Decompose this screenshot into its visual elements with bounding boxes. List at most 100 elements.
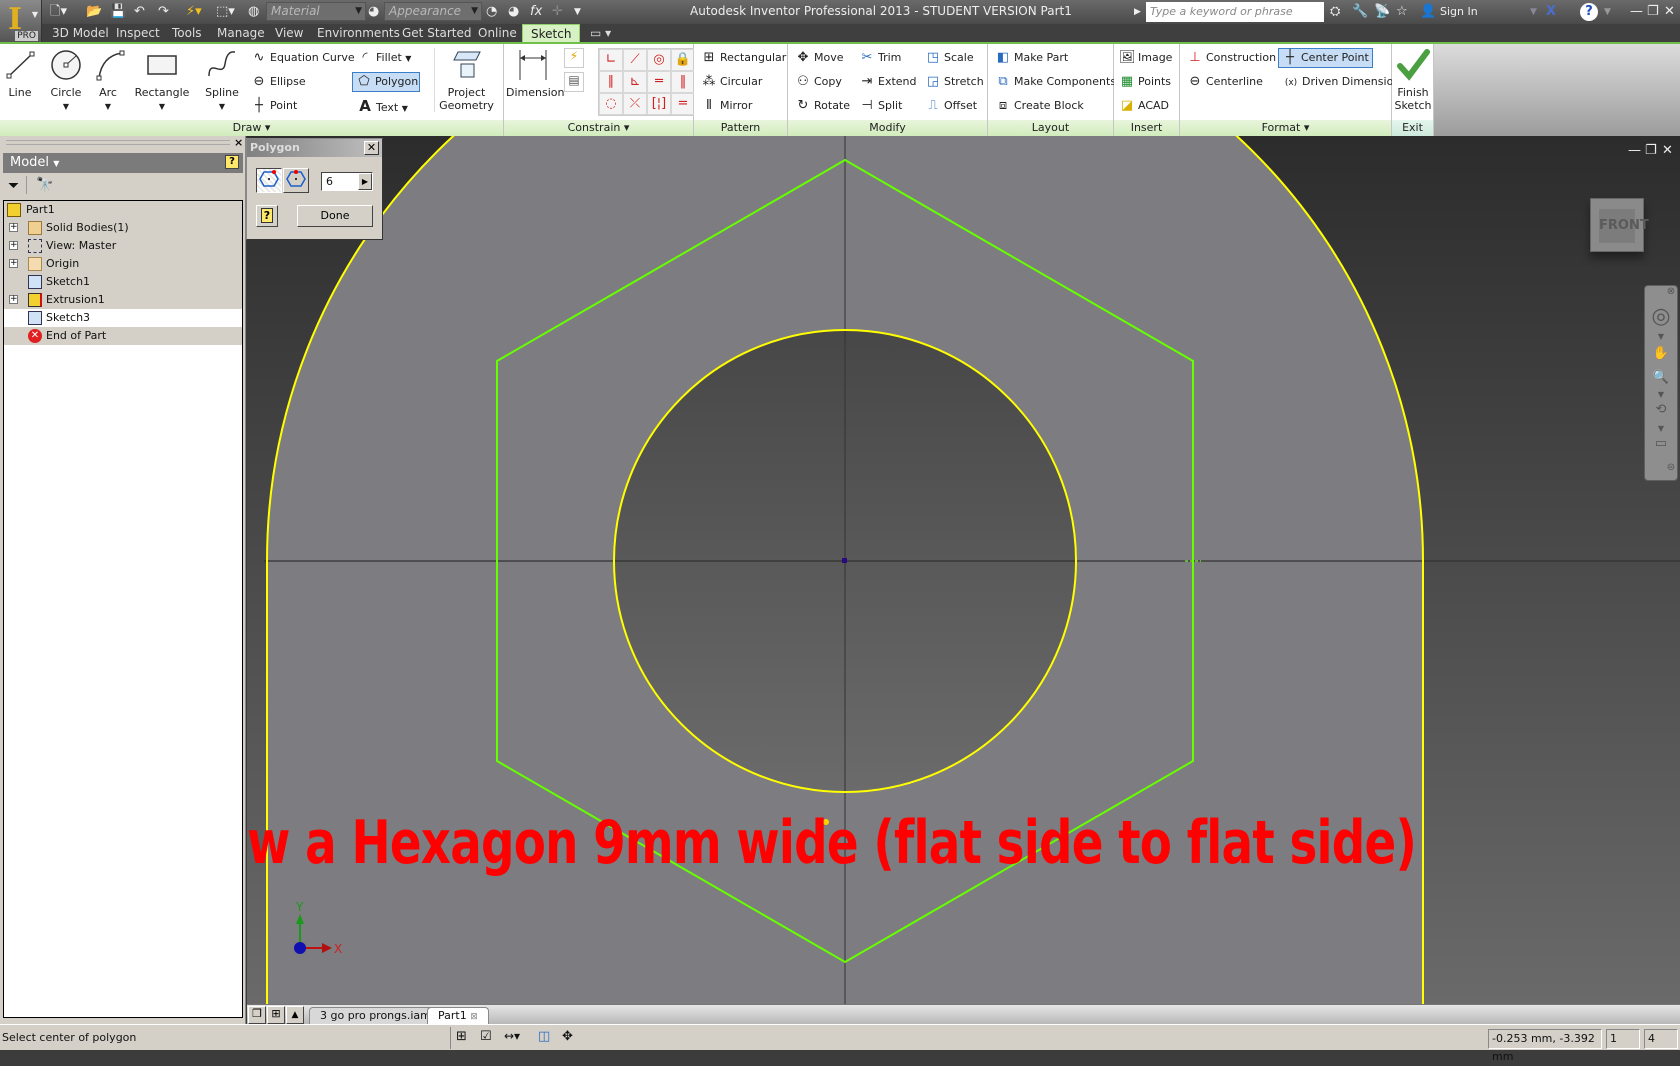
constrain-panel-label[interactable]: Constrain ▾ [504, 120, 693, 136]
constraint-settings-icon[interactable]: ▤ [564, 72, 584, 92]
adjust-appearance-icon[interactable]: ◔ [486, 3, 497, 21]
minimize-window-icon[interactable]: — [1630, 3, 1643, 21]
construction-button[interactable]: ⊥ Construction [1184, 48, 1279, 68]
exchange-x-icon[interactable]: X [1546, 3, 1556, 21]
tab-view[interactable]: View [275, 24, 303, 42]
help-search-input[interactable]: Type a keyword or phrase [1146, 2, 1324, 22]
mirror-button[interactable]: ⫴ Mirror [698, 96, 755, 116]
slice-graphics-icon[interactable]: ◫ [538, 1029, 550, 1044]
tree-node-solid-bodies[interactable]: + Solid Bodies(1) [4, 219, 242, 237]
doc-tab-assembly[interactable]: 3 go pro prongs.iam [309, 1007, 442, 1024]
expand-icon[interactable]: + [9, 223, 18, 232]
infer-constraints-icon[interactable]: ☑ [480, 1029, 492, 1044]
coincident-constraint-icon[interactable]: ∟ [599, 49, 623, 71]
expand-icon[interactable]: + [9, 259, 18, 268]
fix-constraint-icon[interactable]: 🔒 [671, 49, 695, 71]
chevron-down-icon[interactable]: ▼ [1530, 3, 1537, 21]
tab-environments[interactable]: Environments [317, 24, 400, 42]
chevron-down-icon[interactable]: ▼ [1604, 3, 1611, 21]
equation-curve-button[interactable]: ∿ Equation Curve [248, 48, 358, 68]
insert-image-button[interactable]: 🖼 Image [1116, 48, 1175, 68]
viewcube[interactable]: FRONT [1590, 198, 1649, 252]
select-icon[interactable]: ⬚▾ [216, 3, 235, 21]
application-menu-button[interactable]: I ▼ PRO [0, 0, 42, 42]
tab-3d-model[interactable]: 3D Model [52, 24, 109, 42]
tree-node-part1[interactable]: Part1 [4, 201, 242, 219]
tree-node-sketch3[interactable]: Sketch3 [4, 309, 242, 327]
chevron-down-icon[interactable]: ▼ [1645, 390, 1677, 399]
rotate-button[interactable]: ↻ Rotate [792, 96, 853, 116]
chevron-down-icon[interactable]: ▼ [1645, 332, 1677, 341]
stretch-button[interactable]: ◲ Stretch [922, 72, 987, 92]
new-icon[interactable]: 🗋▾ [50, 3, 67, 21]
extend-button[interactable]: ⇥ Extend [856, 72, 920, 92]
make-components-button[interactable]: ⧉ Make Components [992, 72, 1119, 92]
dialog-title-bar[interactable]: Polygon [247, 139, 382, 157]
insert-acad-button[interactable]: ◪ ACAD [1116, 96, 1172, 116]
pan-hand-icon[interactable]: ✋ [1645, 346, 1677, 361]
expand-icon[interactable]: + [9, 241, 18, 250]
tangent-constraint-icon[interactable]: ◌ [599, 93, 623, 115]
spline-button[interactable]: Spline ▼ [204, 48, 240, 112]
sides-input[interactable]: 6 ▶ [321, 172, 373, 191]
make-part-button[interactable]: ◧ Make Part [992, 48, 1071, 68]
browser-header[interactable]: Model ▼? [3, 153, 243, 173]
close-dialog-button[interactable]: ✕ [364, 141, 379, 155]
zoom-icon[interactable]: 🔍 [1645, 370, 1677, 385]
circle-button[interactable]: Circle ▼ [46, 48, 86, 112]
collinear-constraint-icon[interactable]: ⟋ [623, 49, 647, 71]
rectangular-pattern-button[interactable]: ⊞ Rectangular [698, 48, 789, 68]
doc-tab-part1[interactable]: Part1 ⊠ [427, 1007, 489, 1024]
update-icon[interactable]: ⚡▾ [186, 3, 202, 21]
horizontal-constraint-icon[interactable]: ═ [647, 71, 671, 93]
equal-constraint-icon[interactable]: = [671, 93, 695, 115]
dimension-toggle-icon[interactable]: ↔▾ [504, 1029, 520, 1043]
sign-in-link[interactable]: Sign In [1440, 3, 1478, 21]
dialog-help-button[interactable]: ? [256, 205, 278, 227]
search-expand-icon[interactable]: ▶ [1134, 3, 1141, 21]
find-binoculars-icon[interactable]: 🔭 [36, 177, 53, 193]
appearance-dropdown[interactable]: Appearance ▼ [384, 2, 482, 21]
rectangle-button[interactable]: Rectangle ▼ [134, 48, 190, 112]
orbit-icon[interactable]: ⟲ [1645, 402, 1677, 417]
tab-inspect[interactable]: Inspect [116, 24, 160, 42]
tab-tools[interactable]: Tools [172, 24, 202, 42]
fillet-button[interactable]: ◜ Fillet ▼ [354, 48, 414, 68]
navbar-options-icon[interactable]: ⊜ [1655, 462, 1680, 473]
binoculars-icon[interactable]: ⛭ [1330, 3, 1340, 21]
split-button[interactable]: ⊣ Split [856, 96, 905, 116]
customize-qat-icon[interactable]: ▼ [574, 3, 581, 21]
tab-manage[interactable]: Manage [217, 24, 265, 42]
close-view-icon[interactable]: ✕ [1662, 143, 1673, 158]
ellipse-button[interactable]: ⊖ Ellipse [248, 72, 309, 92]
browser-grip[interactable] [6, 140, 230, 145]
vertical-constraint-icon[interactable]: ‖ [671, 71, 695, 93]
finish-sketch-button[interactable]: Finish Sketch [1394, 48, 1432, 112]
circumscribed-mode-button[interactable] [283, 168, 309, 193]
text-button[interactable]: A Text ▼ [354, 96, 411, 116]
chevron-down-icon[interactable]: ▼ [1645, 424, 1677, 433]
centerline-button[interactable]: ⊖ Centerline [1184, 72, 1266, 92]
plus-icon[interactable]: ✛ [552, 3, 563, 21]
tile-windows-icon[interactable]: ⊞ [267, 1006, 285, 1024]
tab-get-started[interactable]: Get Started [402, 24, 472, 42]
insert-points-button[interactable]: ▦ Points [1116, 72, 1174, 92]
tree-node-extrusion1[interactable]: + Extrusion1 [4, 291, 242, 309]
format-panel-label[interactable]: Format ▾ [1180, 120, 1391, 136]
polygon-button[interactable]: ⬠ Polygon [352, 72, 420, 92]
driven-dimension-button[interactable]: (x) Driven Dimension [1280, 72, 1403, 92]
ribbon-display-toggle-icon[interactable]: ▭ ▾ [590, 24, 611, 42]
sides-increment-icon[interactable]: ▶ [358, 173, 372, 190]
communication-center-icon[interactable]: 📡 [1374, 3, 1390, 21]
snap-grid-icon[interactable]: ⊞ [456, 1029, 467, 1044]
circular-pattern-button[interactable]: ⁂ Circular [698, 72, 765, 92]
restore-view-icon[interactable]: ❐ [1645, 143, 1657, 158]
tree-node-view-master[interactable]: + View: Master [4, 237, 242, 255]
concentric-constraint-icon[interactable]: ◎ [647, 49, 671, 71]
favorites-star-icon[interactable]: ☆ [1396, 3, 1408, 21]
clear-appearance-icon[interactable]: ◕ [508, 3, 519, 21]
smooth-constraint-icon[interactable]: ⤫ [623, 93, 647, 115]
dimension-button[interactable]: Dimension [506, 48, 564, 99]
trim-button[interactable]: ✂ Trim [856, 48, 904, 68]
offset-button[interactable]: ⎍ Offset [922, 96, 980, 116]
